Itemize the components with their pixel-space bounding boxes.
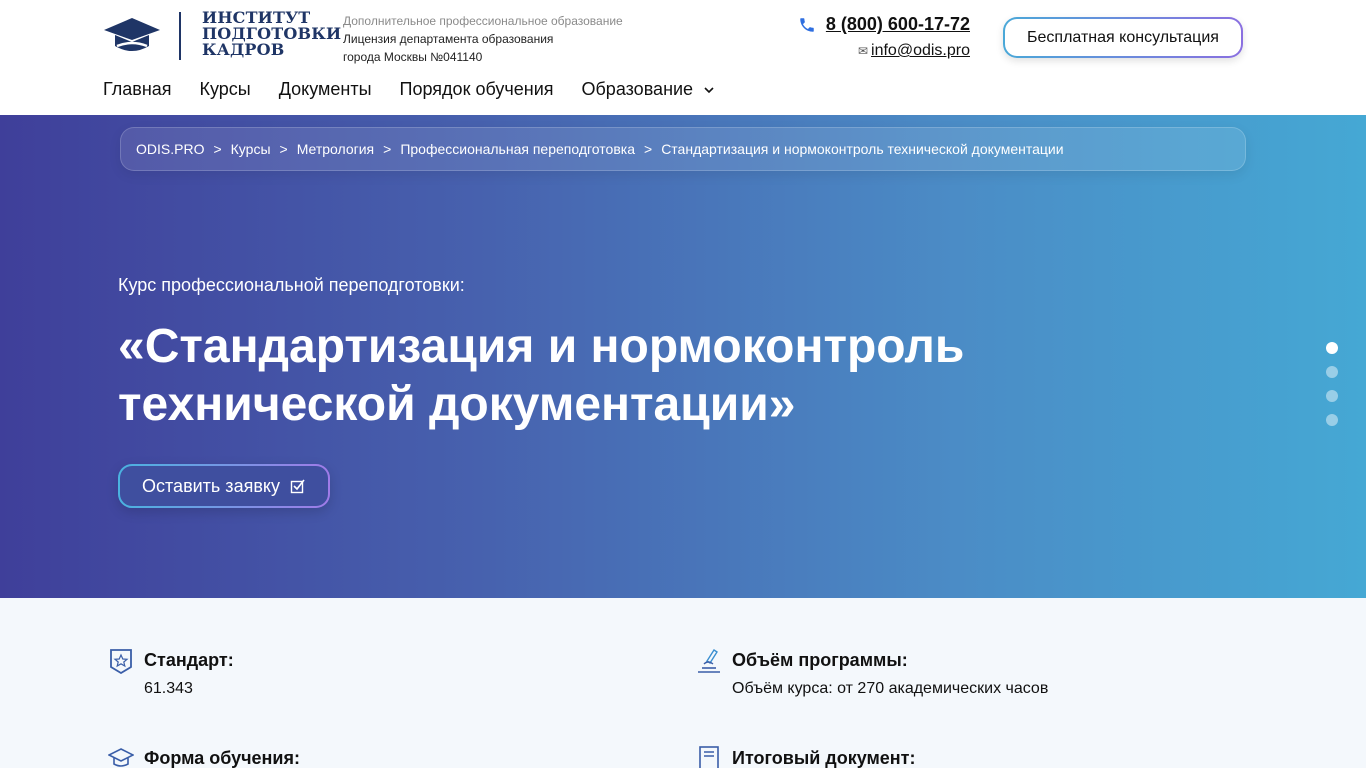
logo-text: ИНСТИТУТ ПОДГОТОВКИ КАДРОВ bbox=[202, 10, 341, 58]
nav-item-label: Документы bbox=[278, 79, 372, 99]
nav-item-documents[interactable]: Документы bbox=[279, 79, 372, 100]
nav-item-study-order[interactable]: Порядок обучения bbox=[400, 79, 554, 100]
license-line-3: города Москвы №041140 bbox=[343, 50, 483, 64]
nav-item-courses[interactable]: Курсы bbox=[200, 79, 251, 100]
phone-link[interactable]: 8 (800) 600-17-72 bbox=[826, 14, 970, 35]
breadcrumb-item-retraining[interactable]: Профессиональная переподготовка bbox=[400, 141, 635, 157]
breadcrumb-separator: > bbox=[213, 141, 222, 157]
main-nav: Главная Курсы Документы Порядок обучения… bbox=[103, 79, 743, 100]
nav-item-education[interactable]: Образование bbox=[582, 79, 716, 100]
nav-item-label: Главная bbox=[103, 79, 172, 99]
license-line-1: Дополнительное профессиональное образова… bbox=[343, 14, 623, 28]
checkbox-check-icon bbox=[290, 479, 305, 494]
info-volume-value: Объём курса: от 270 академических часов bbox=[732, 680, 1049, 697]
microscope-icon bbox=[698, 649, 720, 673]
slider-dot-4[interactable] bbox=[1326, 414, 1338, 426]
nav-item-label: Курсы bbox=[199, 79, 251, 99]
info-form-label: Форма обучения: bbox=[144, 748, 300, 768]
free-consultation-button[interactable]: Бесплатная консультация bbox=[1003, 17, 1243, 58]
license-line-2: Лицензия департамента образования bbox=[343, 32, 554, 46]
breadcrumb: ODIS.PRO > Курсы > Метрология > Професси… bbox=[120, 127, 1246, 171]
apply-button-label: Оставить заявку bbox=[142, 475, 280, 496]
info-standard-label: Стандарт: bbox=[144, 650, 234, 670]
breadcrumb-item-current: Стандартизация и нормоконтроль техническ… bbox=[661, 141, 1064, 157]
breadcrumb-item-home[interactable]: ODIS.PRO bbox=[136, 141, 204, 157]
shield-star-icon bbox=[110, 649, 132, 674]
logo-divider bbox=[179, 12, 181, 60]
logo-line-3: КАДРОВ bbox=[202, 40, 285, 59]
envelope-icon: ✉ bbox=[857, 44, 869, 58]
apply-button[interactable]: Оставить заявку bbox=[118, 464, 330, 508]
nav-item-home[interactable]: Главная bbox=[103, 79, 172, 100]
site-header: ИНСТИТУТ ПОДГОТОВКИ КАДРОВ Дополнительно… bbox=[0, 0, 1366, 115]
slider-dot-3[interactable] bbox=[1326, 390, 1338, 402]
info-volume-label: Объём программы: bbox=[732, 650, 908, 670]
breadcrumb-item-metrology[interactable]: Метрология bbox=[297, 141, 374, 157]
nav-item-label: Образование bbox=[581, 79, 694, 99]
breadcrumb-separator: > bbox=[279, 141, 288, 157]
hero-section: ODIS.PRO > Курсы > Метрология > Професси… bbox=[0, 115, 1366, 598]
breadcrumb-separator: > bbox=[383, 141, 392, 157]
email-block: ✉ info@odis.pro bbox=[858, 42, 970, 60]
site-logo[interactable]: ИНСТИТУТ ПОДГОТОВКИ КАДРОВ bbox=[103, 10, 341, 64]
info-document-label: Итоговый документ: bbox=[732, 748, 916, 768]
graduation-cap-icon bbox=[104, 18, 160, 51]
phone-icon bbox=[800, 18, 814, 32]
license-info: Дополнительное профессиональное образова… bbox=[343, 12, 623, 66]
certificate-icon bbox=[699, 746, 719, 768]
breadcrumb-item-courses[interactable]: Курсы bbox=[231, 141, 271, 157]
chevron-down-icon bbox=[704, 86, 714, 93]
hero-subtitle: Курс профессиональной переподготовки: bbox=[118, 275, 465, 295]
info-standard-value: 61.343 bbox=[144, 680, 193, 697]
slider-dots bbox=[1326, 342, 1338, 438]
nav-item-label: Порядок обучения bbox=[399, 79, 554, 99]
slider-dot-1[interactable] bbox=[1326, 342, 1338, 354]
graduation-cap-small-icon bbox=[108, 748, 134, 767]
breadcrumb-separator: > bbox=[644, 141, 653, 157]
course-info-section: Стандарт: 61.343 Объём программы: Объём … bbox=[0, 598, 1366, 768]
slider-dot-2[interactable] bbox=[1326, 366, 1338, 378]
hero-title: «Стандартизация и нормоконтроль техничес… bbox=[118, 320, 965, 431]
email-link[interactable]: info@odis.pro bbox=[871, 42, 970, 59]
